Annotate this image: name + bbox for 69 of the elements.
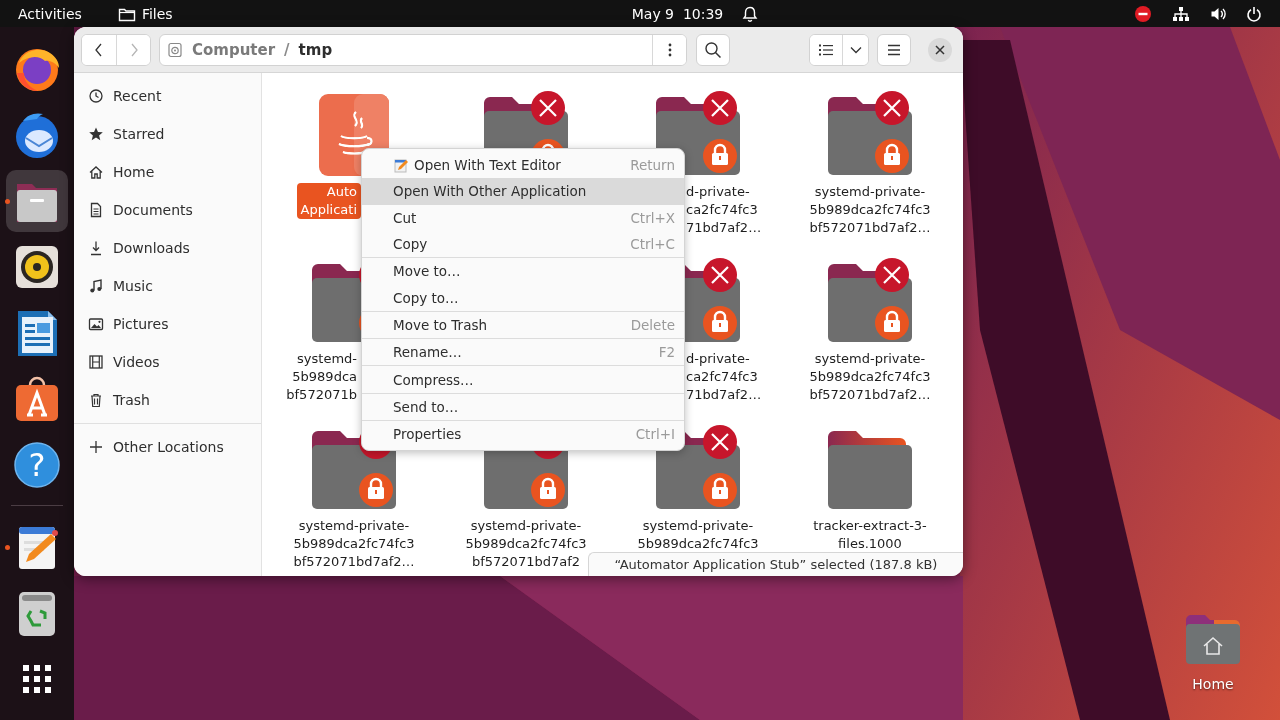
home-icon — [88, 164, 104, 180]
text-editor-icon — [393, 157, 409, 174]
menu-item[interactable]: Send to… — [362, 393, 684, 420]
file-name[interactable]: systemd-private- 5b989dca2fc74fc3 — [633, 517, 763, 553]
menu-item[interactable]: Copy Ctrl+C — [362, 230, 684, 258]
do-not-disturb-icon[interactable] — [1134, 4, 1152, 23]
sidebar-item[interactable]: Starred — [74, 115, 261, 153]
file-name[interactable]: systemd-private- 5b989dca2fc74fc3 bf572071bd7af2… — [289, 517, 419, 571]
menu-item[interactable]: Compress… — [362, 366, 684, 393]
sidebar-item[interactable]: Videos — [74, 343, 261, 381]
trash-icon — [88, 392, 104, 408]
bell-icon[interactable] — [742, 4, 759, 23]
menu-icon — [887, 43, 901, 56]
file-name[interactable]: systemd-private- 5b989dca2fc74fc3 bf572071bd7af2 — [461, 517, 591, 571]
list-icon — [819, 43, 833, 56]
vertical-dots-icon — [667, 42, 672, 57]
sidebar-item[interactable]: Documents — [74, 191, 261, 229]
search-icon — [704, 40, 722, 59]
power-icon[interactable] — [1246, 5, 1262, 22]
search-button[interactable] — [696, 33, 730, 66]
file-name[interactable]: systemd-private- 5b989dca2fc74fc3 bf572071bd7af2… — [805, 183, 935, 237]
drive-icon — [167, 41, 183, 58]
document-icon — [88, 202, 104, 218]
main-menu-button[interactable] — [877, 33, 911, 66]
music-note-icon — [88, 278, 104, 294]
app-menu-button[interactable]: Files — [117, 5, 173, 22]
menu-item[interactable]: Cut Ctrl+X — [362, 204, 684, 231]
sidebar-item[interactable]: Recent — [74, 77, 261, 115]
plus-icon — [88, 439, 104, 455]
home-folder-icon[interactable] — [1184, 612, 1242, 664]
close-button[interactable] — [928, 37, 952, 62]
menu-item[interactable]: Move to… — [362, 258, 684, 285]
file-name[interactable]: systemd- 5b989dca bf572071b — [282, 350, 361, 404]
file-name[interactable]: tracker-extract-3- files.1000 — [809, 517, 931, 553]
star-icon — [88, 126, 104, 142]
file-cabinet-icon[interactable] — [6, 170, 68, 232]
network-icon[interactable] — [1172, 5, 1190, 22]
film-icon — [88, 354, 104, 370]
path-segment[interactable]: Computer — [192, 40, 276, 59]
activities-button[interactable]: Activities — [18, 5, 82, 22]
file-name[interactable]: Auto Applicati — [296, 183, 361, 219]
sidebar-item[interactable]: Pictures — [74, 305, 261, 343]
sidebar-item[interactable]: Downloads — [74, 229, 261, 267]
sidebar-item[interactable]: Trash — [74, 381, 261, 419]
menu-item[interactable]: Copy to… — [362, 284, 684, 311]
path-separator: / — [284, 40, 290, 59]
path-segment[interactable]: tmp — [298, 40, 333, 59]
file-name[interactable]: d-private- ca2fc74fc3 71bd7af2… — [685, 350, 766, 404]
image-icon — [88, 316, 104, 332]
sidebar-item[interactable]: Music — [74, 267, 261, 305]
menu-item[interactable]: Open With Text Editor Return — [362, 152, 684, 179]
file-name[interactable]: systemd-private- 5b989dca2fc74fc3 bf572071bd7af2… — [805, 350, 935, 404]
close-icon — [935, 44, 945, 55]
desktop-icon-label[interactable]: Home — [1192, 676, 1234, 692]
menu-item[interactable]: Properties Ctrl+I — [362, 420, 684, 448]
menu-item[interactable]: Move to Trash Delete — [362, 311, 684, 339]
sidebar-item[interactable]: Other Locations — [74, 428, 261, 466]
status-bar: “Automator Application Stub” selected (187.8 kB) — [588, 552, 963, 576]
file-name[interactable]: d-private- ca2fc74fc3 71bd7af2… — [685, 183, 766, 237]
clock-icon — [88, 88, 104, 104]
volume-icon[interactable] — [1210, 5, 1226, 22]
download-icon — [88, 240, 104, 256]
chevron-down-icon — [849, 45, 862, 54]
menu-item[interactable]: Open With Other Application — [362, 178, 684, 205]
folder-icon[interactable] — [828, 431, 912, 509]
clock-button[interactable]: May 9 10:39 — [631, 5, 724, 22]
sidebar-item[interactable]: Home — [74, 153, 261, 191]
menu-item[interactable]: Rename… F2 — [362, 339, 684, 366]
view-options-button[interactable] — [842, 34, 868, 65]
